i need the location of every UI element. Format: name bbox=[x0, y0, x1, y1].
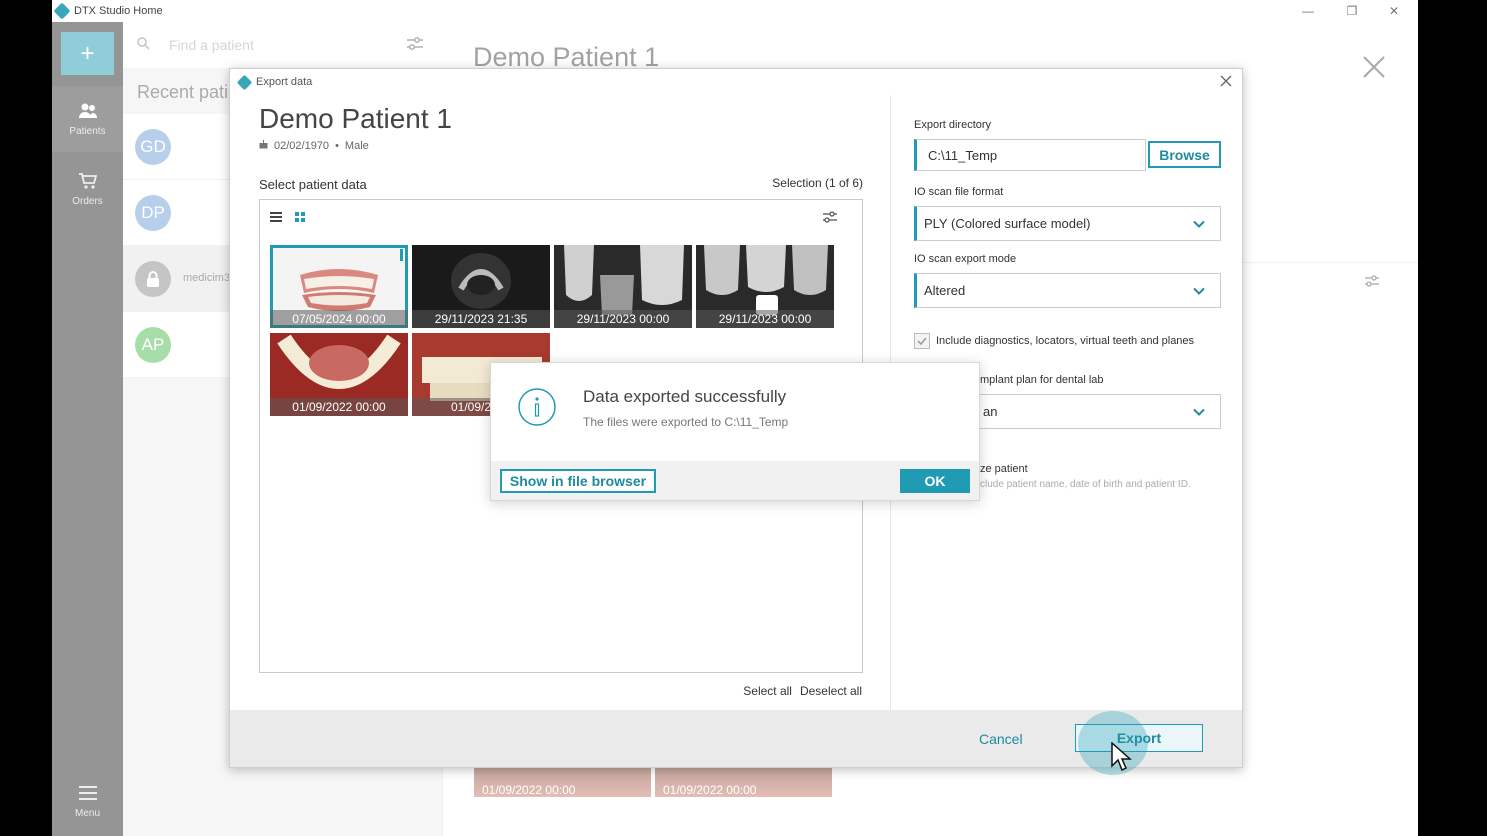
cancel-button[interactable]: Cancel bbox=[979, 731, 1023, 747]
filter-icon[interactable] bbox=[822, 210, 838, 229]
title-bar: DTX Studio Home — ❐ ✕ bbox=[52, 0, 1418, 22]
meta-separator: • bbox=[335, 140, 339, 152]
browse-button[interactable]: Browse bbox=[1148, 141, 1221, 168]
dialog-close-icon[interactable] bbox=[1218, 73, 1234, 89]
app-logo-icon bbox=[236, 74, 253, 90]
app-title: DTX Studio Home bbox=[74, 5, 163, 17]
patient-dob: 02/02/1970 bbox=[274, 140, 330, 152]
patient-gender: Male bbox=[344, 140, 369, 152]
thumbnail-photo[interactable]: 01/09/2022 00:00 bbox=[270, 333, 408, 416]
message-footer: Show in file browser OK bbox=[491, 461, 979, 500]
dialog-title-bar: Export data bbox=[230, 69, 1242, 95]
thumbnail-caption: 07/05/2024 00:00 bbox=[270, 310, 408, 328]
patient-name-heading: Demo Patient 1 bbox=[259, 103, 452, 134]
show-in-file-browser-button[interactable]: Show in file browser bbox=[500, 469, 656, 493]
app-window: DTX Studio Home — ❐ ✕ + Patients Orders … bbox=[52, 0, 1418, 836]
export-success-message: Data exported successfully The files wer… bbox=[490, 362, 980, 501]
include-diagnostics-label: Include diagnostics, locators, virtual t… bbox=[936, 335, 1195, 347]
io-mode-label: IO scan export mode bbox=[914, 253, 1017, 265]
io-format-value: PLY (Colored surface model) bbox=[924, 216, 1091, 231]
implant-plan-label: mplant plan for dental lab bbox=[980, 374, 1104, 386]
thumbnail-xray[interactable]: 29/11/2023 00:00 bbox=[696, 245, 834, 328]
checkmark-icon bbox=[917, 337, 927, 346]
dialog-footer: Cancel Export bbox=[230, 710, 1242, 775]
thumbnail-caption: 29/11/2023 21:35 bbox=[412, 310, 550, 328]
patient-meta: 02/02/1970 • Male bbox=[259, 140, 369, 152]
thumbnail-caption: 29/11/2023 00:00 bbox=[554, 310, 692, 328]
anonymize-hint: clude patient name, date of birth and pa… bbox=[980, 479, 1191, 490]
minimize-icon[interactable]: — bbox=[1288, 0, 1328, 22]
birthday-icon bbox=[259, 140, 268, 152]
info-icon bbox=[517, 387, 557, 427]
chevron-down-icon bbox=[1192, 405, 1206, 419]
select-patient-data-label: Select patient data bbox=[259, 177, 367, 192]
chevron-down-icon bbox=[1192, 217, 1206, 231]
selected-marker-icon bbox=[400, 249, 403, 261]
chevron-down-icon bbox=[1192, 284, 1206, 298]
io-mode-value: Altered bbox=[924, 283, 966, 298]
app-logo-icon bbox=[53, 2, 71, 20]
thumbnail-caption: 01/09/2022 00:00 bbox=[270, 398, 408, 416]
message-title: Data exported successfully bbox=[583, 387, 787, 406]
export-directory-input[interactable]: C:\11_Temp bbox=[914, 139, 1146, 171]
thumbnail-ct-scan[interactable]: 29/11/2023 21:35 bbox=[412, 245, 550, 328]
implant-plan-value: an bbox=[983, 404, 998, 419]
anonymize-label[interactable]: ze patient bbox=[980, 463, 1028, 475]
window-close-icon[interactable]: ✕ bbox=[1374, 0, 1414, 22]
select-all-link[interactable]: Select all bbox=[743, 684, 792, 698]
selection-links: Select all Deselect all bbox=[743, 684, 862, 698]
restore-icon[interactable]: ❐ bbox=[1332, 0, 1372, 22]
thumbnail-io-scan[interactable]: 07/05/2024 00:00 bbox=[270, 245, 408, 328]
list-view-icon[interactable] bbox=[270, 210, 282, 228]
dialog-title: Export data bbox=[256, 76, 313, 88]
mouse-cursor-icon bbox=[1110, 741, 1132, 772]
thumbnail-xray[interactable]: 29/11/2023 00:00 bbox=[554, 245, 692, 328]
include-diagnostics-checkbox[interactable] bbox=[914, 333, 930, 349]
deselect-all-link[interactable]: Deselect all bbox=[800, 684, 862, 698]
io-format-label: IO scan file format bbox=[914, 186, 1004, 198]
selection-count: Selection (1 of 6) bbox=[772, 176, 863, 190]
io-format-select[interactable]: PLY (Colored surface model) bbox=[914, 206, 1221, 241]
message-subtitle: The files were exported to C:\11_Temp bbox=[583, 415, 789, 429]
thumbnail-caption: 29/11/2023 00:00 bbox=[696, 310, 834, 328]
grid-view-icon[interactable] bbox=[294, 210, 306, 228]
export-directory-label: Export directory bbox=[914, 119, 992, 131]
ok-button[interactable]: OK bbox=[900, 469, 970, 493]
io-mode-select[interactable]: Altered bbox=[914, 273, 1221, 308]
